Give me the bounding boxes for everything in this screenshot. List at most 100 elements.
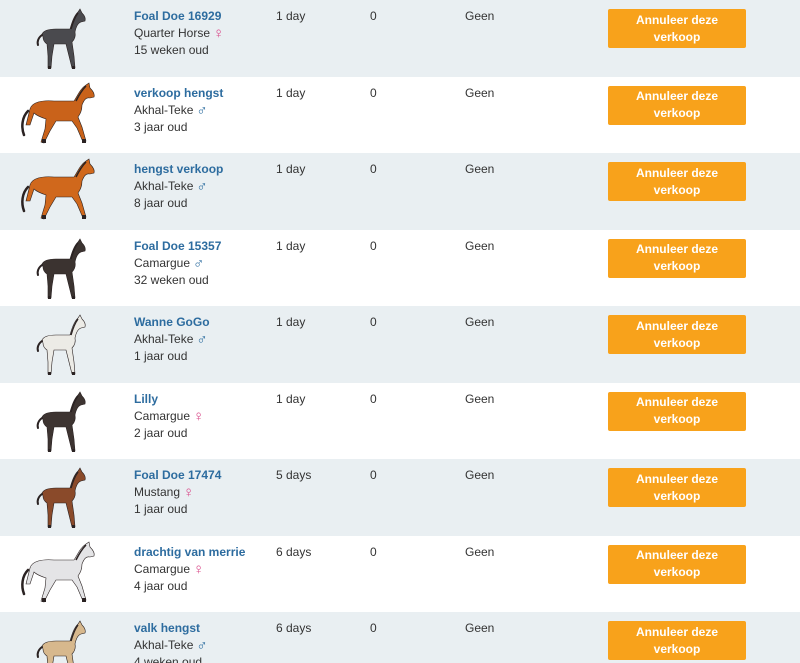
- gender-icon: ♂: [196, 331, 208, 348]
- breed-line: Camargue ♀: [134, 561, 245, 578]
- horse-info: Foal Doe 16929 Quarter Horse ♀ 15 weken o…: [134, 8, 224, 59]
- breed-line: Akhal-Teke ♂: [134, 331, 210, 348]
- breed-line: Camargue ♀: [134, 408, 204, 425]
- table-row: Foal Doe 16929 Quarter Horse ♀ 15 weken o…: [0, 0, 800, 77]
- horse-name-link[interactable]: drachtig van merrie: [134, 544, 245, 561]
- breed-line: Quarter Horse ♀: [134, 25, 224, 42]
- highest-bidder: Geen: [465, 621, 495, 635]
- horse-image[interactable]: [16, 4, 102, 72]
- horse-image[interactable]: [16, 387, 102, 455]
- horse-info: hengst verkoop Akhal-Teke ♂ 8 jaar oud: [134, 161, 223, 212]
- horse-name-link[interactable]: Foal Doe 17474: [134, 467, 221, 484]
- horse-breed: Camargue: [134, 255, 191, 270]
- horse-age: 3 jaar oud: [134, 119, 188, 134]
- horse-info: verkoop hengst Akhal-Teke ♂ 3 jaar oud: [134, 85, 223, 136]
- time-remaining: 6 days: [276, 544, 312, 559]
- horse-age: 4 jaar oud: [134, 578, 188, 593]
- gender-icon: ♂: [193, 254, 205, 272]
- horse-age: 4 weken oud: [134, 655, 203, 663]
- horse-image[interactable]: [16, 157, 102, 225]
- horse-name-link[interactable]: verkoop hengst: [134, 85, 223, 102]
- highest-bidder: Geen: [465, 544, 495, 559]
- bid-count: 0: [370, 315, 377, 329]
- horse-age: 1 jaar oud: [134, 502, 188, 516]
- horse-breed: Quarter Horse: [134, 26, 211, 40]
- cancel-sale-button[interactable]: Annuleer deze verkoop: [608, 468, 746, 507]
- horse-info: Lilly Camargue ♀ 2 jaar oud: [134, 391, 204, 442]
- horse-sales-table: Foal Doe 16929 Quarter Horse ♀ 15 weken o…: [0, 0, 800, 663]
- horse-name-link[interactable]: hengst verkoop: [134, 161, 223, 178]
- horse-breed: Camargue: [134, 408, 191, 423]
- highest-bidder: Geen: [465, 238, 495, 253]
- gender-icon: ♀: [213, 25, 225, 42]
- horse-age: 2 jaar oud: [134, 425, 188, 440]
- horse-age: 8 jaar oud: [134, 196, 188, 210]
- horse-info: valk hengst Akhal-Teke ♂ 4 weken oud: [134, 620, 208, 663]
- horse-info: Foal Doe 17474 Mustang ♀ 1 jaar oud: [134, 467, 221, 518]
- cancel-sale-button[interactable]: Annuleer deze verkoop: [608, 162, 746, 201]
- horse-image[interactable]: [16, 616, 102, 663]
- horse-name-link[interactable]: Foal Doe 15357: [134, 238, 221, 255]
- cancel-sale-button[interactable]: Annuleer deze verkoop: [608, 621, 746, 660]
- highest-bidder: Geen: [465, 162, 495, 176]
- table-row: Lilly Camargue ♀ 2 jaar oud 1 day 0 Geen …: [0, 382, 800, 459]
- gender-icon: ♂: [196, 637, 208, 654]
- time-remaining: 6 days: [276, 621, 312, 635]
- table-row: hengst verkoop Akhal-Teke ♂ 8 jaar oud 1 …: [0, 153, 800, 230]
- horse-name-link[interactable]: Wanne GoGo: [134, 314, 210, 331]
- horse-breed: Akhal-Teke: [134, 638, 194, 652]
- gender-icon: ♂: [196, 178, 208, 195]
- gender-icon: ♀: [183, 484, 195, 501]
- time-remaining: 5 days: [276, 468, 312, 482]
- gender-icon: ♀: [193, 407, 205, 425]
- gender-icon: ♂: [196, 101, 208, 119]
- bid-count: 0: [370, 391, 377, 406]
- bid-count: 0: [370, 621, 377, 635]
- cancel-sale-button[interactable]: Annuleer deze verkoop: [608, 544, 746, 584]
- horse-image[interactable]: [16, 540, 102, 608]
- breed-line: Mustang ♀: [134, 484, 221, 501]
- table-row: Foal Doe 15357 Camargue ♂ 32 weken oud 1 …: [0, 229, 800, 306]
- time-remaining: 1 day: [276, 85, 306, 100]
- highest-bidder: Geen: [465, 315, 495, 329]
- horse-info: drachtig van merrie Camargue ♀ 4 jaar oud: [134, 544, 245, 595]
- horse-age: 1 jaar oud: [134, 349, 188, 363]
- time-remaining: 1 day: [276, 238, 306, 253]
- table-row: Wanne GoGo Akhal-Teke ♂ 1 jaar oud 1 day …: [0, 306, 800, 383]
- cancel-sale-button[interactable]: Annuleer deze verkoop: [608, 391, 746, 431]
- breed-line: Akhal-Teke ♂: [134, 178, 223, 195]
- highest-bidder: Geen: [465, 468, 495, 482]
- bid-count: 0: [370, 162, 377, 176]
- horse-image[interactable]: [16, 310, 102, 378]
- cancel-sale-button[interactable]: Annuleer deze verkoop: [608, 238, 746, 278]
- cancel-sale-button[interactable]: Annuleer deze verkoop: [608, 315, 746, 354]
- highest-bidder: Geen: [465, 9, 495, 23]
- horse-breed: Akhal-Teke: [134, 102, 194, 117]
- time-remaining: 1 day: [276, 9, 306, 23]
- horse-age: 32 weken oud: [134, 272, 209, 287]
- bid-count: 0: [370, 85, 377, 100]
- highest-bidder: Geen: [465, 85, 495, 100]
- horse-image[interactable]: [16, 81, 102, 149]
- breed-line: Camargue ♂: [134, 255, 221, 272]
- table-row: verkoop hengst Akhal-Teke ♂ 3 jaar oud 1 …: [0, 76, 800, 153]
- horse-breed: Akhal-Teke: [134, 179, 194, 193]
- horse-image[interactable]: [16, 234, 102, 302]
- horse-image[interactable]: [16, 463, 102, 531]
- horse-age: 15 weken oud: [134, 43, 209, 57]
- cancel-sale-button[interactable]: Annuleer deze verkoop: [608, 85, 746, 125]
- table-row: Foal Doe 17474 Mustang ♀ 1 jaar oud 5 day…: [0, 459, 800, 536]
- horse-info: Foal Doe 15357 Camargue ♂ 32 weken oud: [134, 238, 221, 289]
- horse-name-link[interactable]: valk hengst: [134, 620, 208, 637]
- bid-count: 0: [370, 9, 377, 23]
- cancel-sale-button[interactable]: Annuleer deze verkoop: [608, 9, 746, 48]
- horse-name-link[interactable]: Lilly: [134, 391, 204, 408]
- table-row: valk hengst Akhal-Teke ♂ 4 weken oud 6 da…: [0, 612, 800, 663]
- horse-breed: Mustang: [134, 485, 181, 499]
- highest-bidder: Geen: [465, 391, 495, 406]
- horse-name-link[interactable]: Foal Doe 16929: [134, 8, 224, 25]
- time-remaining: 1 day: [276, 391, 306, 406]
- bid-count: 0: [370, 544, 377, 559]
- breed-line: Akhal-Teke ♂: [134, 102, 223, 119]
- horse-breed: Camargue: [134, 561, 191, 576]
